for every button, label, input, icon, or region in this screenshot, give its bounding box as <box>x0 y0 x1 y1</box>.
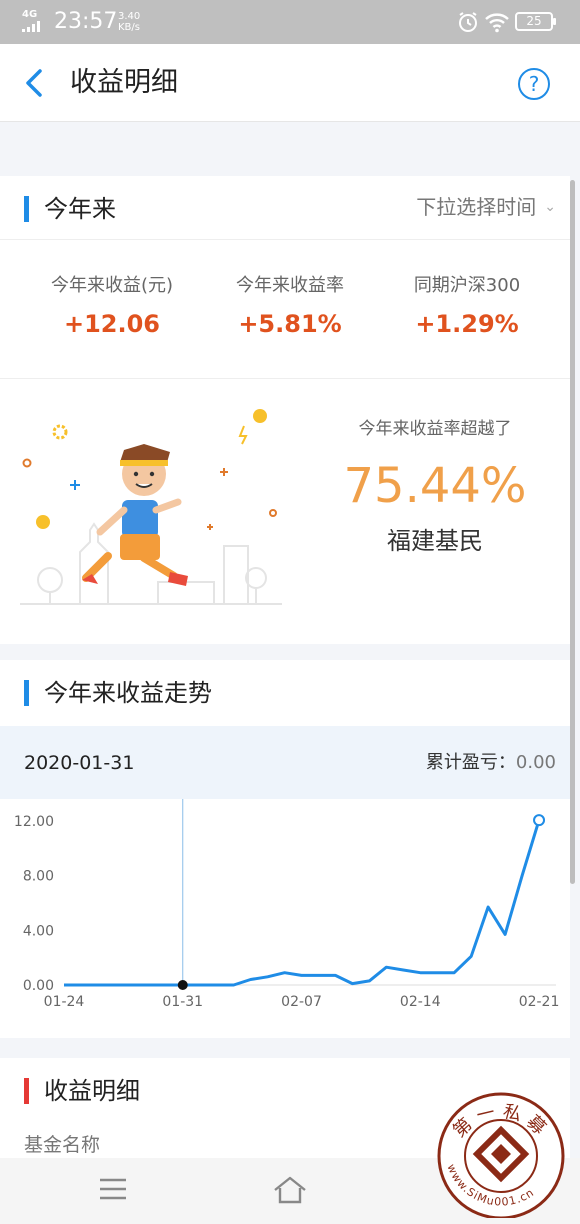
section-marker <box>24 680 29 706</box>
x-tick-label: 01-31 <box>162 994 203 1010</box>
section-title: 今年来收益走势 <box>44 679 212 707</box>
beat-who: 福建基民 <box>387 527 483 555</box>
cumulative-label: 累计盈亏： <box>425 752 516 773</box>
y-tick-label: 4.00 <box>23 923 54 939</box>
y-tick-label: 0.00 <box>23 978 54 994</box>
clock: 23:57 <box>54 9 118 34</box>
stat-value: +1.29% <box>415 310 519 338</box>
section-marker <box>24 1078 29 1104</box>
stat-label: 今年来收益(元) <box>50 275 174 296</box>
stat-value: +12.06 <box>63 310 161 338</box>
home-icon[interactable] <box>272 1174 308 1206</box>
time-picker-dropdown[interactable]: 下拉选择时间 ⌄ <box>416 194 556 220</box>
divider <box>0 378 570 379</box>
battery-icon: 25 <box>515 12 556 31</box>
stat-value: +5.81% <box>238 310 342 338</box>
x-tick-label: 02-07 <box>281 994 322 1010</box>
stat-ytd-profit: 今年来收益(元) +12.06 <box>22 274 202 339</box>
beat-percent: 75.44% <box>343 458 527 514</box>
x-tick-label: 02-14 <box>400 994 441 1010</box>
question-icon[interactable]: ? <box>518 68 550 100</box>
divider <box>0 239 570 240</box>
selected-date: 2020-01-31 <box>24 752 135 774</box>
x-tick-label: 01-24 <box>44 994 85 1010</box>
scrollbar[interactable] <box>570 180 575 884</box>
trend-chart[interactable]: 0.00 4.00 8.00 12.00 01-24 01-31 02-07 02-14 02-… <box>0 799 570 1029</box>
network-speed: 3.40 KB/s <box>118 11 141 33</box>
beat-label: 今年来收益率超越了 <box>358 419 512 439</box>
column-fund-name[interactable]: 基金名称 <box>24 1132 100 1158</box>
status-bar: 4G 23:57 3.40 KB/s 25 <box>0 0 580 44</box>
page-title: 收益明细 <box>70 67 178 98</box>
wifi-icon <box>485 13 509 33</box>
stat-label: 同期沪深300 <box>413 275 521 296</box>
runner-illustration <box>20 409 282 605</box>
chevron-left-icon[interactable] <box>22 68 48 98</box>
section-title: 收益明细 <box>44 1077 140 1105</box>
trend-card: 今年来收益走势 2020-01-31 累计盈亏：0.00 0.00 4.00 8.0… <box>0 660 570 1038</box>
y-tick-label: 12.00 <box>14 814 54 830</box>
x-tick-label: 02-21 <box>519 994 560 1010</box>
menu-icon[interactable] <box>98 1176 128 1202</box>
chart-tooltip-bar: 2020-01-31 累计盈亏：0.00 <box>0 726 570 799</box>
chevron-down-icon: ⌄ <box>544 199 556 215</box>
summary-card: 今年来 下拉选择时间 ⌄ 今年来收益(元) +12.06 今年来收益率 +5.81… <box>0 176 570 644</box>
selected-point <box>177 980 188 990</box>
cumulative-profit: 累计盈亏：0.00 <box>426 750 556 776</box>
watermark-seal: 第一私募 www.SiMu001.cn <box>437 1092 565 1218</box>
time-picker-label: 下拉选择时间 <box>416 195 537 219</box>
cumulative-value: 0.00 <box>515 752 556 773</box>
section-title: 今年来 <box>44 195 116 223</box>
series-line <box>64 819 541 987</box>
network-type: 4G <box>22 9 38 20</box>
signal-icon <box>22 21 42 32</box>
stat-csi300: 同期沪深300 +1.29% <box>377 274 557 339</box>
alarm-icon <box>459 12 477 32</box>
header: 收益明细 ? <box>0 44 580 122</box>
stat-ytd-return: 今年来收益率 +5.81% <box>200 274 380 339</box>
y-tick-label: 8.00 <box>23 869 54 885</box>
end-point <box>533 814 546 827</box>
section-marker <box>24 196 29 222</box>
stat-label: 今年来收益率 <box>236 275 344 296</box>
